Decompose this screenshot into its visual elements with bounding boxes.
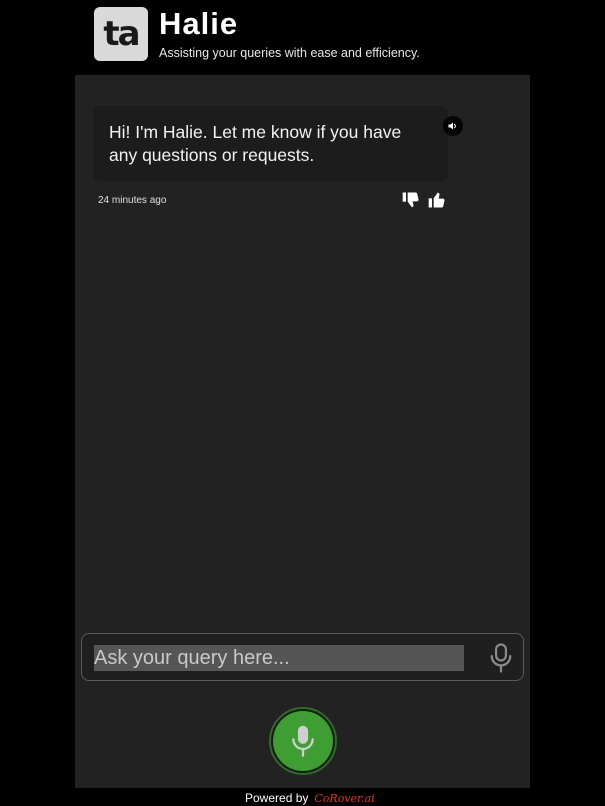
thumbs-down-icon[interactable]: [401, 190, 421, 210]
input-mic-icon[interactable]: [486, 642, 516, 674]
brand-link[interactable]: CoRover.ai: [314, 792, 374, 805]
chat-widget: ta Halie Assisting your queries with eas…: [0, 0, 605, 806]
mic-button-inner[interactable]: [273, 711, 333, 771]
query-input[interactable]: [94, 645, 464, 671]
header: ta Halie Assisting your queries with eas…: [94, 7, 420, 63]
app-title: Halie: [159, 6, 239, 41]
app-logo: ta: [94, 7, 148, 61]
chat-panel: Hi! I'm Halie. Let me know if you have a…: [75, 75, 530, 788]
query-input-box: [81, 633, 524, 681]
microphone-icon: [292, 725, 314, 757]
footer: Powered by CoRover.ai: [245, 791, 375, 805]
speaker-icon[interactable]: [443, 116, 463, 136]
app-subtitle: Assisting your queries with ease and eff…: [159, 46, 420, 60]
bot-message-text: Hi! I'm Halie. Let me know if you have a…: [109, 122, 402, 165]
powered-by-text: Powered by: [245, 791, 309, 805]
header-text: Halie Assisting your queries with ease a…: [159, 6, 420, 61]
feedback-buttons: [401, 190, 447, 210]
thumbs-up-icon[interactable]: [427, 190, 447, 210]
message-timestamp: 24 minutes ago: [98, 195, 167, 206]
bot-message-bubble: Hi! I'm Halie. Let me know if you have a…: [93, 106, 448, 181]
voice-input-button[interactable]: [269, 707, 337, 775]
